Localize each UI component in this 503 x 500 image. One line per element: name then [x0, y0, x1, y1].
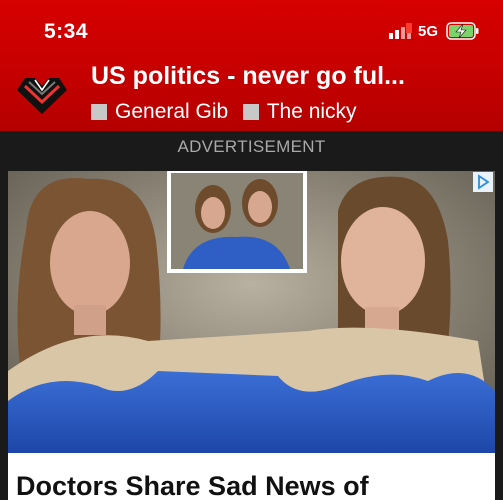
battery-charging-icon — [446, 22, 479, 40]
signal-icon — [389, 23, 412, 39]
status-time: 5:34 — [44, 20, 89, 43]
tag-general[interactable]: General Gib — [91, 100, 228, 124]
tag-nicky[interactable]: The nicky — [242, 100, 357, 124]
advertisement-label: ADVERTISEMENT — [177, 137, 326, 156]
ad-image[interactable] — [8, 171, 495, 453]
tag-color-square — [242, 104, 259, 120]
tag-label: General Gib — [115, 100, 229, 123]
ad-card[interactable]: Doctors Share Sad News of — [8, 171, 495, 500]
tag-color-square — [91, 104, 107, 120]
ad-choices-icon[interactable] — [473, 172, 493, 192]
topic-header: 5:34 5G US politics - never go ful... Ge… — [0, 0, 503, 131]
topic-title[interactable]: US politics - never go ful... — [91, 62, 461, 91]
network-type: 5G — [418, 23, 439, 40]
ad-headline[interactable]: Doctors Share Sad News of — [16, 471, 369, 500]
tag-label: The nicky — [266, 100, 357, 123]
topic-tags: General Gib The nicky — [91, 100, 503, 130]
status-bar: 5:34 5G — [0, 0, 503, 58]
site-logo-icon[interactable] — [15, 72, 69, 116]
